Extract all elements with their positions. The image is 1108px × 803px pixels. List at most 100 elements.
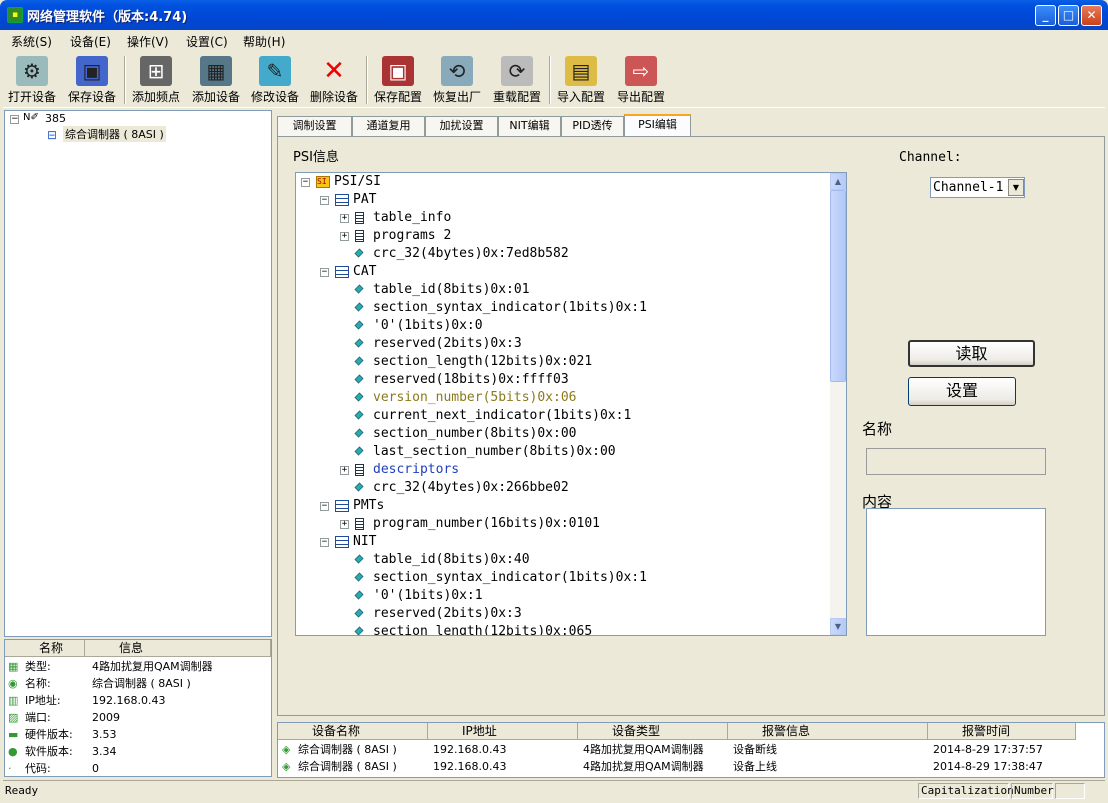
read-button[interactable]: 读取 <box>908 340 1035 367</box>
psi-field-node[interactable]: table_id(8bits)0x:01 <box>373 281 530 299</box>
channel-select[interactable]: Channel-1 ▼ <box>930 177 1025 198</box>
minimize-button[interactable]: _ <box>1035 5 1056 26</box>
menu-settings[interactable]: 设置(C) <box>186 33 228 50</box>
alarm-cell[interactable]: 192.168.0.43 <box>433 758 506 775</box>
collapse-icon[interactable]: − <box>320 196 329 205</box>
menu-help[interactable]: 帮助(H) <box>243 33 285 50</box>
close-button[interactable]: ✕ <box>1081 5 1102 26</box>
scroll-up-icon[interactable]: ▲ <box>830 173 846 190</box>
tab-psi-edit[interactable]: PSI编辑 <box>624 114 691 137</box>
alarm-header-message[interactable]: 报警信息 <box>728 723 928 740</box>
psi-field-node[interactable]: section_length(12bits)0x:021 <box>373 353 592 371</box>
device-tree[interactable]: − N✐ 385 ⊟ 综合调制器 ( 8ASI ) <box>4 110 272 637</box>
tab-nit-edit[interactable]: NIT编辑 <box>498 116 561 136</box>
delete-device-button[interactable]: ✕ 删除设备 <box>305 54 363 106</box>
alarm-cell[interactable]: 设备断线 <box>733 741 777 758</box>
open-device-button[interactable]: ⚙ 打开设备 <box>3 54 61 106</box>
menu-system[interactable]: 系统(S) <box>11 33 52 50</box>
psi-field-node[interactable]: reserved(2bits)0x:3 <box>373 335 522 353</box>
save-config-button[interactable]: ▣ 保存配置 <box>369 54 427 106</box>
psi-field-node[interactable]: version_number(5bits)0x:06 <box>373 389 577 407</box>
tab-channel-mux[interactable]: 通道复用 <box>352 116 425 136</box>
psi-tree-node[interactable]: CAT <box>353 263 376 281</box>
expand-icon[interactable]: + <box>340 214 349 223</box>
psi-tree-node[interactable]: table_info <box>373 209 451 227</box>
export-icon: ⇨ <box>625 56 657 86</box>
psi-field-node[interactable]: '0'(1bits)0x:1 <box>373 587 483 605</box>
add-device-button[interactable]: ▦ 添加设备 <box>187 54 245 106</box>
alarm-header-type[interactable]: 设备类型 <box>578 723 728 740</box>
scroll-thumb[interactable] <box>830 190 846 382</box>
maximize-button[interactable]: □ <box>1058 5 1079 26</box>
psi-field-node[interactable]: reserved(18bits)0x:ffff03 <box>373 371 569 389</box>
device-info-panel: 名称 信息 ▦ 类型: 4路加扰复用QAM调制器 ◉ 名称: 综合调制器 ( 8ASI )… <box>4 639 272 777</box>
info-header-name[interactable]: 名称 <box>5 640 85 657</box>
psi-field-node[interactable]: crc_32(4bytes)0x:266bbe02 <box>373 479 569 497</box>
tab-modulation[interactable]: 调制设置 <box>277 116 352 136</box>
psi-field-node[interactable]: section_length(12bits)0x:065 <box>373 623 592 635</box>
expand-icon[interactable]: + <box>340 466 349 475</box>
info-row-value: 综合调制器 ( 8ASI ) <box>92 677 191 690</box>
alarm-cell[interactable]: 综合调制器 ( 8ASI ) <box>298 758 397 775</box>
psi-field-node[interactable]: reserved(2bits)0x:3 <box>373 605 522 623</box>
collapse-icon[interactable]: − <box>320 538 329 547</box>
modify-device-button[interactable]: ✎ 修改设备 <box>246 54 304 106</box>
import-config-button[interactable]: ▤ 导入配置 <box>552 54 610 106</box>
alarm-header-device[interactable]: 设备名称 <box>278 723 428 740</box>
name-field[interactable] <box>866 448 1046 475</box>
set-button[interactable]: 设置 <box>908 377 1016 406</box>
collapse-icon[interactable]: − <box>10 115 19 124</box>
info-header-value[interactable]: 信息 <box>85 640 271 657</box>
menu-device[interactable]: 设备(E) <box>70 33 111 50</box>
scroll-down-icon[interactable]: ▼ <box>830 618 846 635</box>
alarm-cell[interactable]: 设备上线 <box>733 758 777 775</box>
tree-root-label[interactable]: 385 <box>45 112 66 125</box>
alarm-cell[interactable]: 4路加扰复用QAM调制器 <box>583 741 704 758</box>
tab-pid-pass[interactable]: PID透传 <box>561 116 624 136</box>
alarm-cell[interactable]: 综合调制器 ( 8ASI ) <box>298 741 397 758</box>
psi-tree-node[interactable]: programs 2 <box>373 227 451 245</box>
alarm-cell[interactable]: 4路加扰复用QAM调制器 <box>583 758 704 775</box>
export-config-button[interactable]: ⇨ 导出配置 <box>612 54 670 106</box>
button-label: 添加设备 <box>191 90 240 104</box>
psi-tree-node[interactable]: program_number(16bits)0x:0101 <box>373 515 600 533</box>
collapse-icon[interactable]: − <box>301 178 310 187</box>
psi-tree[interactable]: − SI PSI/SI − PAT + table_info + programs 2 crc_3… <box>295 172 847 636</box>
tree-device-label[interactable]: 综合调制器 ( 8ASI ) <box>63 126 166 142</box>
psi-field-node[interactable]: '0'(1bits)0x:0 <box>373 317 483 335</box>
expand-icon[interactable]: + <box>340 520 349 529</box>
alarm-header-time[interactable]: 报警时间 <box>928 723 1076 740</box>
psi-field-node[interactable]: section_number(8bits)0x:00 <box>373 425 577 443</box>
info-row-icon: ▥ <box>8 694 19 707</box>
expand-icon[interactable]: + <box>340 232 349 241</box>
alarm-header-ip[interactable]: IP地址 <box>428 723 578 740</box>
reload-config-button[interactable]: ⟳ 重载配置 <box>488 54 546 106</box>
chevron-down-icon[interactable]: ▼ <box>1008 179 1024 196</box>
collapse-icon[interactable]: − <box>320 268 329 277</box>
psi-field-node[interactable]: last_section_number(8bits)0x:00 <box>373 443 616 461</box>
psi-field-node[interactable]: crc_32(4bytes)0x:7ed8b582 <box>373 245 569 263</box>
alarm-cell[interactable]: 2014-8-29 17:37:57 <box>933 741 1043 758</box>
open-icon: ⚙ <box>16 56 48 86</box>
collapse-icon[interactable]: − <box>320 502 329 511</box>
psi-field-node[interactable]: section_syntax_indicator(1bits)0x:1 <box>373 299 647 317</box>
edit-icon: ✎ <box>259 56 291 86</box>
psi-tree-node[interactable]: PMTs <box>353 497 384 515</box>
alarm-cell[interactable]: 2014-8-29 17:38:47 <box>933 758 1043 775</box>
alarm-cell[interactable]: 192.168.0.43 <box>433 741 506 758</box>
content-textarea[interactable] <box>866 508 1046 636</box>
num-indicator: Number <box>1011 783 1054 799</box>
psi-tree-node[interactable]: PAT <box>353 191 376 209</box>
psi-tree-node[interactable]: descriptors <box>373 461 459 479</box>
psi-tree-node[interactable]: PSI/SI <box>334 173 381 191</box>
psi-tree-node[interactable]: NIT <box>353 533 376 551</box>
psi-field-node[interactable]: current_next_indicator(1bits)0x:1 <box>373 407 631 425</box>
add-frequency-button[interactable]: ⊞ 添加频点 <box>127 54 185 106</box>
psi-field-node[interactable]: table_id(8bits)0x:40 <box>373 551 530 569</box>
factory-reset-button[interactable]: ⟲ 恢复出厂 <box>428 54 486 106</box>
psi-field-node[interactable]: section_syntax_indicator(1bits)0x:1 <box>373 569 647 587</box>
menu-operate[interactable]: 操作(V) <box>127 33 169 50</box>
psi-tree-scrollbar[interactable]: ▲ ▼ <box>830 173 846 635</box>
tab-scramble[interactable]: 加扰设置 <box>425 116 498 136</box>
save-device-button[interactable]: ▣ 保存设备 <box>63 54 121 106</box>
